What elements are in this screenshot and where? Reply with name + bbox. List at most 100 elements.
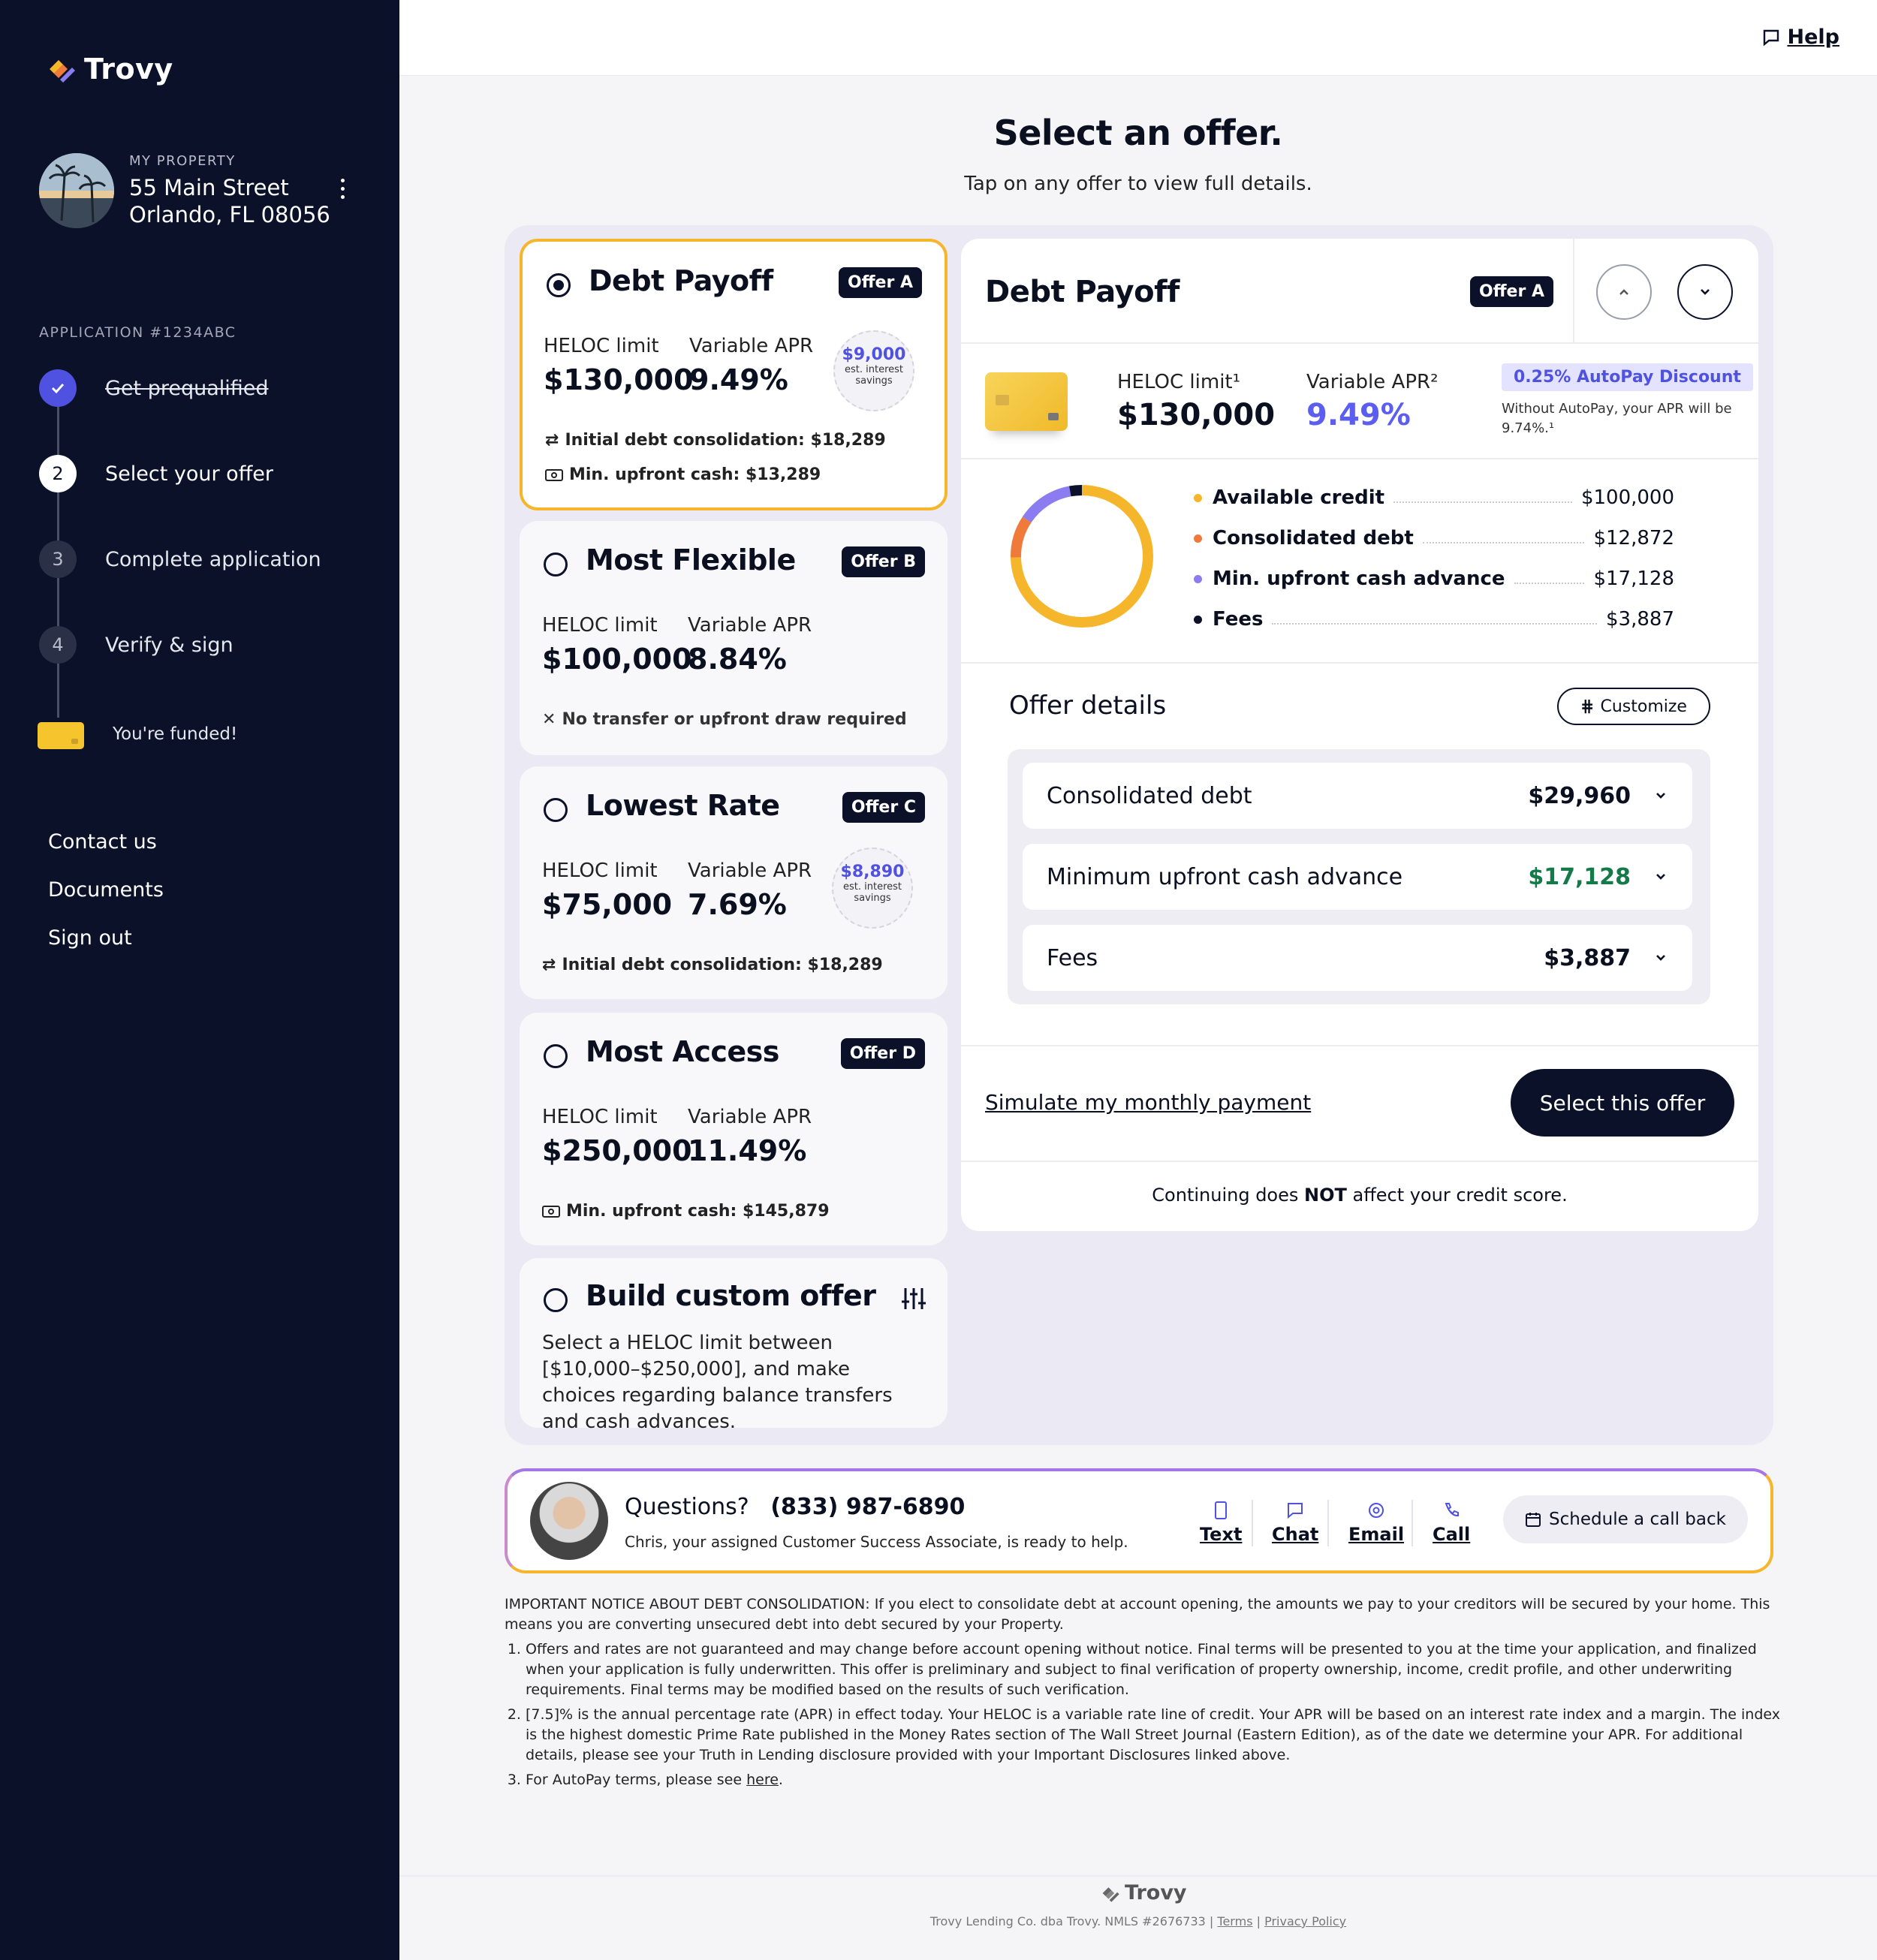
accordion-label: Consolidated debt bbox=[1047, 782, 1252, 809]
legend-value: $100,000 bbox=[1580, 486, 1674, 509]
offer-note-text: Initial debt consolidation: $18,289 bbox=[565, 431, 886, 450]
disclosure-item: For AutoPay terms, please see here. bbox=[526, 1770, 1781, 1790]
offer-note: ✕ No transfer or upfront draw required bbox=[542, 710, 907, 729]
next-offer-button[interactable] bbox=[1677, 264, 1733, 320]
offer-note: Min. upfront cash: $145,879 bbox=[542, 1202, 830, 1221]
trovy-logo-icon bbox=[1102, 1886, 1119, 1902]
property-street: 55 Main Street bbox=[129, 175, 289, 200]
divider bbox=[961, 662, 1758, 664]
heloc-limit-value: $250,000 bbox=[542, 1134, 692, 1167]
page-title: Select an offer. bbox=[993, 113, 1283, 153]
debt-consolidation-notice: IMPORTANT NOTICE ABOUT DEBT CONSOLIDATIO… bbox=[505, 1596, 1770, 1633]
call-action[interactable]: Call bbox=[1433, 1501, 1470, 1545]
divider bbox=[1573, 239, 1574, 342]
legend-dot bbox=[1194, 615, 1202, 624]
divider bbox=[961, 1045, 1758, 1046]
schedule-call-back-button[interactable]: Schedule a call back bbox=[1503, 1495, 1748, 1543]
brand-logo[interactable]: Trovy bbox=[47, 53, 173, 86]
accordion-fees[interactable]: Fees $3,887 bbox=[1023, 925, 1692, 991]
apr-value: 9.49% bbox=[689, 363, 788, 396]
property-label: MY PROPERTY bbox=[129, 153, 236, 169]
detail-limit-label: HELOC limit¹ bbox=[1117, 371, 1241, 393]
documents-link[interactable]: Documents bbox=[48, 878, 164, 902]
legend-dot bbox=[1194, 574, 1202, 583]
divider bbox=[961, 1161, 1758, 1162]
offer-radio[interactable] bbox=[544, 1044, 568, 1068]
step-complete-application: Complete application bbox=[105, 548, 321, 571]
help-link[interactable]: Help bbox=[1762, 26, 1840, 49]
chevron-down-icon bbox=[1656, 955, 1665, 961]
offer-radio[interactable] bbox=[544, 552, 568, 577]
credit-breakdown-donut bbox=[1011, 485, 1153, 628]
help-label: Help bbox=[1787, 26, 1840, 49]
contact-phone[interactable]: (833) 987-6890 bbox=[770, 1494, 965, 1520]
credit-note-pre: Continuing does bbox=[1152, 1185, 1305, 1206]
accordion-label: Fees bbox=[1047, 944, 1098, 971]
legend-dot bbox=[1194, 534, 1202, 543]
previous-offer-button[interactable] bbox=[1596, 264, 1652, 320]
heloc-limit-value: $130,000 bbox=[544, 363, 694, 396]
accordion-value: $29,960 bbox=[1528, 782, 1631, 809]
sign-out-link[interactable]: Sign out bbox=[48, 926, 132, 950]
accordion-consolidated-debt[interactable]: Consolidated debt $29,960 bbox=[1023, 763, 1692, 829]
heloc-limit-value: $75,000 bbox=[542, 888, 673, 921]
disclosure-item: Offers and rates are not guaranteed and … bbox=[526, 1639, 1781, 1700]
associate-avatar bbox=[530, 1482, 608, 1560]
at-sign-icon bbox=[1369, 1503, 1384, 1518]
legend-dot bbox=[1194, 493, 1202, 502]
offer-card-a[interactable]: Debt Payoff Offer A HELOC limit Variable… bbox=[520, 239, 948, 510]
calendar-icon bbox=[1526, 1513, 1541, 1527]
offer-note: ⇄ Initial debt consolidation: $18,289 bbox=[545, 431, 886, 450]
detail-apr-value: 9.49% bbox=[1306, 398, 1411, 432]
property-menu-icon[interactable] bbox=[339, 179, 345, 203]
offer-radio[interactable] bbox=[544, 1288, 568, 1312]
offer-badge: Offer B bbox=[842, 546, 925, 577]
offer-card-d[interactable]: Most Access Offer D HELOC limit Variable… bbox=[520, 1013, 948, 1245]
accordion-value: $3,887 bbox=[1544, 944, 1631, 971]
contact-us-link[interactable]: Contact us bbox=[48, 830, 157, 854]
credit-card-image bbox=[985, 372, 1068, 431]
message-square-icon bbox=[1763, 29, 1779, 47]
chevron-down-icon bbox=[1656, 874, 1665, 880]
step-get-prequalified[interactable]: Get prequalified bbox=[105, 377, 269, 400]
schedule-label: Schedule a call back bbox=[1549, 1510, 1726, 1529]
property-address: 55 Main Street Orlando, FL 08056 bbox=[129, 174, 330, 228]
disclosure-item: [7.5]% is the annual percentage rate (AP… bbox=[526, 1705, 1781, 1766]
accordion-min-upfront-cash[interactable]: Minimum upfront cash advance $17,128 bbox=[1023, 844, 1692, 910]
offer-note-text: Min. upfront cash: $13,289 bbox=[569, 465, 821, 484]
select-offer-button[interactable]: Select this offer bbox=[1511, 1069, 1734, 1137]
offer-card-b[interactable]: Most Flexible Offer B HELOC limit Variab… bbox=[520, 521, 948, 755]
funded-card-icon bbox=[38, 722, 84, 749]
privacy-policy-link[interactable]: Privacy Policy bbox=[1264, 1914, 1346, 1928]
offer-title: Debt Payoff bbox=[589, 264, 773, 297]
email-action[interactable]: Email bbox=[1348, 1501, 1404, 1545]
autopay-terms-link[interactable]: here bbox=[746, 1772, 779, 1788]
offer-card-custom[interactable]: Build custom offer Select a HELOC limit … bbox=[520, 1258, 948, 1433]
step-select-your-offer[interactable]: Select your offer bbox=[105, 462, 273, 486]
detail-offer-badge: Offer A bbox=[1470, 276, 1553, 307]
credit-score-note: Continuing does NOT affect your credit s… bbox=[961, 1185, 1758, 1206]
phone-device-icon bbox=[1215, 1501, 1228, 1519]
customize-button[interactable]: ⋕ Customize bbox=[1557, 688, 1710, 725]
footer-divider bbox=[399, 1875, 1877, 1877]
footer-brand: Trovy bbox=[1101, 1881, 1187, 1904]
offer-radio[interactable] bbox=[544, 798, 568, 822]
divider bbox=[961, 458, 1758, 459]
divider bbox=[961, 342, 1758, 344]
chat-action[interactable]: Chat bbox=[1272, 1501, 1318, 1545]
terms-link[interactable]: Terms bbox=[1217, 1914, 1252, 1928]
legend-name: Fees bbox=[1213, 608, 1264, 631]
questions-line: Questions? (833) 987-6890 bbox=[625, 1494, 965, 1520]
detail-limit-value: $130,000 bbox=[1117, 398, 1276, 432]
heloc-limit-label: HELOC limit bbox=[544, 335, 659, 357]
top-bar: Help bbox=[399, 0, 1877, 76]
savings-label: est. interest savings bbox=[842, 881, 902, 904]
offer-title: Most Flexible bbox=[586, 543, 796, 577]
offer-radio-selected[interactable] bbox=[547, 273, 571, 297]
autopay-discount-badge: 0.25% AutoPay Discount bbox=[1502, 363, 1753, 391]
offer-note-text: Initial debt consolidation: $18,289 bbox=[562, 956, 883, 974]
text-action[interactable]: Text bbox=[1200, 1501, 1242, 1545]
simulate-payment-link[interactable]: Simulate my monthly payment bbox=[985, 1090, 1311, 1115]
text-action-label: Text bbox=[1200, 1524, 1243, 1545]
offer-card-c[interactable]: Lowest Rate Offer C HELOC limit Variable… bbox=[520, 766, 948, 999]
